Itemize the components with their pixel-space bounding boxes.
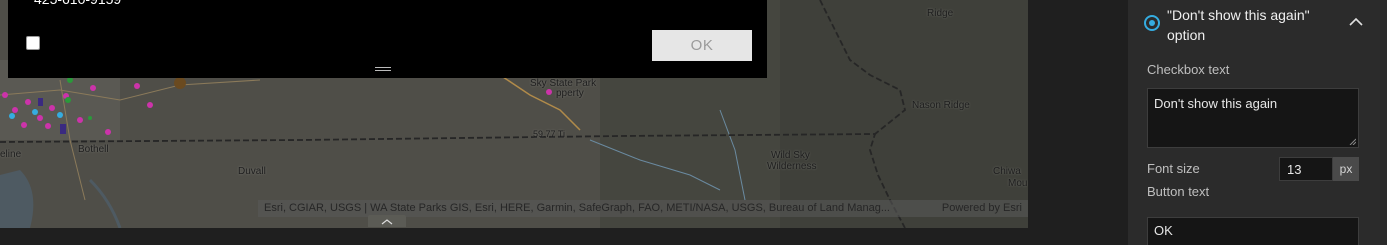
font-size-input[interactable]: 13 [1279, 157, 1333, 181]
font-size-value: 13 [1287, 162, 1302, 177]
attribution-text: Esri, CGIAR, USGS | WA State Parks GIS, … [264, 202, 890, 214]
dialog-content-text: 425-610-9159 [34, 0, 121, 7]
button-text-value: OK [1154, 223, 1173, 238]
map-label-route: 59.77 Ti [533, 129, 566, 139]
checkbox-text-value: Don't show this again [1154, 96, 1278, 111]
splash-dialog: 425-610-9159 OK [8, 0, 767, 78]
font-size-unit: px [1333, 157, 1359, 181]
map-label-wilderness: Wilderness [767, 161, 817, 172]
settings-panel: "Don't show this again" option Checkbox … [1128, 0, 1387, 245]
font-size-label: Font size [1147, 161, 1200, 176]
map-label-nason-ridge: Nason Ridge [912, 100, 970, 111]
checkbox-text-input[interactable]: Don't show this again [1147, 88, 1359, 148]
option-radio[interactable] [1144, 15, 1160, 31]
map-gutter [1028, 0, 1128, 245]
chevron-up-icon[interactable] [1348, 16, 1364, 28]
map-label-bothell: Bothell [78, 144, 109, 155]
drag-handle-icon[interactable] [375, 67, 391, 73]
collapse-handle[interactable] [368, 215, 406, 227]
map-label-duvall: Duvall [238, 166, 266, 177]
chevron-up-icon [381, 219, 393, 225]
map-label-chiwa: Chiwa [993, 166, 1021, 177]
map-label-pperty: pperty [556, 88, 584, 99]
powered-by-esri[interactable]: Powered by Esri [942, 200, 1022, 217]
resize-grip-icon[interactable] [1349, 138, 1356, 145]
map-bottom-strip [0, 228, 1028, 245]
map-label-mou: Mou [1008, 178, 1028, 189]
ok-button[interactable]: OK [652, 30, 752, 61]
map-label-ridge: Ridge [927, 8, 954, 19]
button-text-input[interactable]: OK [1147, 217, 1359, 245]
map-label-eline: eline [0, 149, 22, 160]
option-title[interactable]: "Don't show this again" option [1167, 5, 1337, 45]
dont-show-again-checkbox[interactable] [26, 36, 40, 50]
checkbox-text-label: Checkbox text [1147, 62, 1230, 77]
map-label-wild-sky: Wild Sky [771, 150, 810, 161]
button-text-label: Button text [1147, 184, 1210, 199]
